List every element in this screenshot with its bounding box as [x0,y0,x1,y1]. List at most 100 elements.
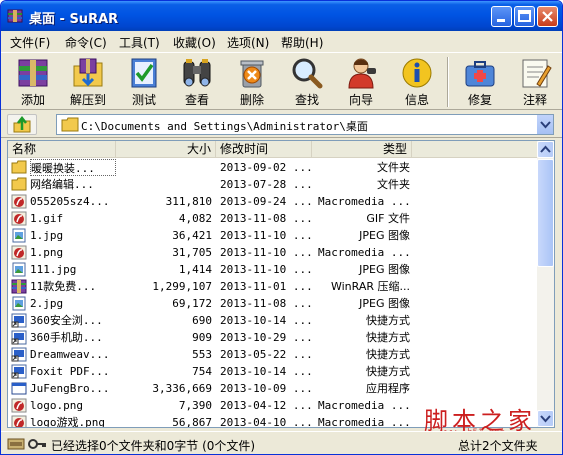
file-type: WinRAR 压缩... [330,280,410,293]
image-icon [12,228,26,243]
toolbar: 添加 解压到 测试 查看 删除 查找 向导 信息 修复 注释 [1,52,562,110]
file-name: 111.jpg [30,263,77,276]
file-modified: 2013-04-12 ... [220,399,312,412]
info-button[interactable]: 信息 [391,55,443,109]
file-modified: 2013-10-14 ... [220,314,312,327]
column-header-type[interactable]: 类型 [312,141,412,158]
file-row[interactable]: 暖暖换装... 2013-09-02 ... 文件夹 [8,159,538,176]
file-row[interactable]: 360手机助... 909 2013-10-29 ... 快捷方式 [8,329,538,346]
file-row[interactable]: 11款免费... 1,299,107 2013-11-01 ... WinRAR 压缩… [8,278,538,295]
file-modified: 2013-07-28 ... [220,178,312,191]
info-icon [402,58,432,88]
maximize-button[interactable] [514,6,535,27]
comment-button[interactable]: 注释 [509,55,561,109]
menu-command[interactable]: 命令(C) [65,34,107,51]
file-row[interactable]: 1.jpg 36,421 2013-11-10 ... JPEG 图像 [8,227,538,244]
file-modified: 2013-11-10 ... [220,229,312,242]
close-icon [542,11,553,22]
file-row[interactable]: JuFengBro... 3,336,669 2013-10-09 ... 应用程序 [8,380,538,397]
title-bar[interactable]: 桌面 - SuRAR [1,1,562,31]
flash-icon [11,194,27,209]
file-type: GIF 文件 [366,212,410,225]
test-button[interactable]: 测试 [118,55,170,109]
find-button[interactable]: 查找 [281,55,333,109]
menu-bar: 文件(F) 命令(C) 工具(T) 收藏(O) 选项(N) 帮助(H) [1,31,562,52]
menu-tools[interactable]: 工具(T) [119,34,160,51]
scroll-down-button[interactable] [537,410,554,427]
column-header-size[interactable]: 大小 [116,141,216,158]
file-name: Dreamweav... [30,348,110,361]
file-name: 1.gif [30,212,64,225]
wizard-button[interactable]: 向导 [335,55,387,109]
file-modified: 2013-10-29 ... [220,331,312,344]
status-bar: 已经选择0个文件夹和0字节 (0个文件) 总计2个文件夹 [1,431,562,454]
view-label: 查看 [184,93,209,107]
app-icon [11,382,27,395]
file-row[interactable]: 1.gif 4,082 2013-11-08 ... GIF 文件 [8,210,538,227]
minimize-button[interactable] [491,6,512,27]
column-header-modified[interactable]: 修改时间 [216,141,312,158]
extract-to-label: 解压到 [69,93,106,107]
menu-favorites[interactable]: 收藏(O) [173,34,216,51]
file-type: 文件夹 [377,178,410,191]
comment-icon [522,59,552,88]
menu-options[interactable]: 选项(N) [227,34,269,51]
minimize-icon [497,19,505,22]
file-name: 1.jpg [30,229,64,242]
file-name: Foxit PDF... [30,365,110,378]
address-dropdown-button[interactable] [536,115,553,134]
file-row[interactable]: 2.jpg 69,172 2013-11-08 ... JPEG 图像 [8,295,538,312]
maximize-icon [518,10,531,22]
chevron-down-icon [540,415,551,423]
add-button[interactable]: 添加 [7,55,59,109]
file-modified: 2013-09-02 ... [220,161,312,174]
menu-help[interactable]: 帮助(H) [281,34,323,51]
view-button[interactable]: 查看 [171,55,223,109]
file-modified: 2013-11-10 ... [220,246,312,259]
up-one-level-button[interactable] [7,114,37,135]
image-icon [12,296,26,311]
file-modified: 2013-04-10 ... [220,416,312,428]
file-type: 快捷方式 [366,314,410,327]
extract-to-button[interactable]: 解压到 [62,55,114,109]
file-size: 909 [192,331,212,344]
address-path: C:\Documents and Settings\Administrator\… [81,120,368,133]
file-modified: 2013-11-08 ... [220,212,312,225]
file-type: JPEG 图像 [359,297,410,310]
repair-button[interactable]: 修复 [454,55,506,109]
file-type: 快捷方式 [366,348,410,361]
repair-kit-icon [465,61,495,87]
column-header-row: 名称 大小 修改时间 类型 [8,141,538,158]
delete-button[interactable]: 删除 [226,55,278,109]
repair-label: 修复 [467,93,492,107]
file-type: 文件夹 [377,161,410,174]
file-type: 快捷方式 [366,331,410,344]
magnifier-icon [292,58,323,89]
file-row[interactable]: Dreamweav... 553 2013-05-22 ... 快捷方式 [8,346,538,363]
file-type: JPEG 图像 [359,229,410,242]
folder-icon [11,177,27,191]
winrar-app-icon [7,8,23,24]
file-row[interactable]: 网络编辑... 2013-07-28 ... 文件夹 [8,176,538,193]
scroll-up-button[interactable] [537,141,554,158]
file-name: logo.png [30,399,83,412]
column-header-name[interactable]: 名称 [8,141,116,158]
file-row[interactable]: 111.jpg 1,414 2013-11-10 ... JPEG 图像 [8,261,538,278]
file-row[interactable]: 055205sz4... 311,810 2013-09-24 ... Macrome… [8,193,538,210]
menu-file[interactable]: 文件(F) [10,34,50,51]
flash-icon [11,211,27,226]
scroll-thumb[interactable] [537,159,554,267]
file-row[interactable]: 360安全浏... 690 2013-10-14 ... 快捷方式 [8,312,538,329]
file-type: JPEG 图像 [359,263,410,276]
address-field[interactable]: C:\Documents and Settings\Administrator\… [56,114,554,135]
file-row[interactable]: Foxit PDF... 754 2013-10-14 ... 快捷方式 [8,363,538,380]
flash-icon [11,245,27,260]
file-size: 4,082 [178,212,212,225]
chevron-up-icon [540,145,551,153]
close-button[interactable] [537,6,558,27]
folder-icon [11,160,27,174]
file-row[interactable]: 1.png 31,705 2013-11-10 ... Macromedia ... [8,244,538,261]
delete-label: 删除 [239,93,264,107]
file-type: 快捷方式 [366,365,410,378]
vertical-scrollbar[interactable] [537,141,554,427]
